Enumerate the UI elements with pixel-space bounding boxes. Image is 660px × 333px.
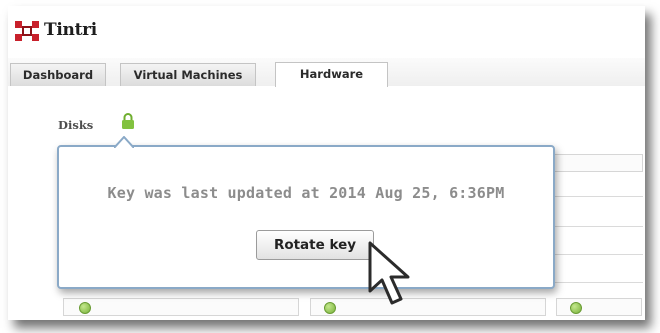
disks-section-label: Disks: [58, 118, 94, 132]
tab-bar: Dashboard Virtual Machines Hardware: [8, 58, 645, 87]
key-info-popover: Key was last updated at 2014 Aug 25, 6:3…: [57, 145, 555, 289]
key-updated-message: Key was last updated at 2014 Aug 25, 6:3…: [107, 184, 505, 202]
popover-arrow: [114, 136, 134, 148]
rotate-key-button[interactable]: Rotate key: [256, 230, 374, 260]
disk-status-icon: [324, 302, 336, 314]
disk-status-icon: [570, 302, 582, 314]
disk-slot: [543, 154, 643, 172]
disk-slot: [556, 298, 642, 316]
app-title: Tintri: [44, 20, 97, 40]
mouse-pointer-icon: [368, 241, 410, 305]
app-header: Tintri: [8, 6, 645, 58]
disk-slot: [63, 298, 299, 316]
disk-slot: [310, 298, 546, 316]
tab-hardware[interactable]: Hardware: [275, 62, 388, 87]
tab-virtual-machines[interactable]: Virtual Machines: [120, 63, 256, 86]
tintri-logo-icon: [15, 21, 39, 41]
tab-dashboard[interactable]: Dashboard: [10, 63, 106, 86]
disk-status-icon: [79, 302, 91, 314]
lock-icon[interactable]: [121, 113, 135, 129]
